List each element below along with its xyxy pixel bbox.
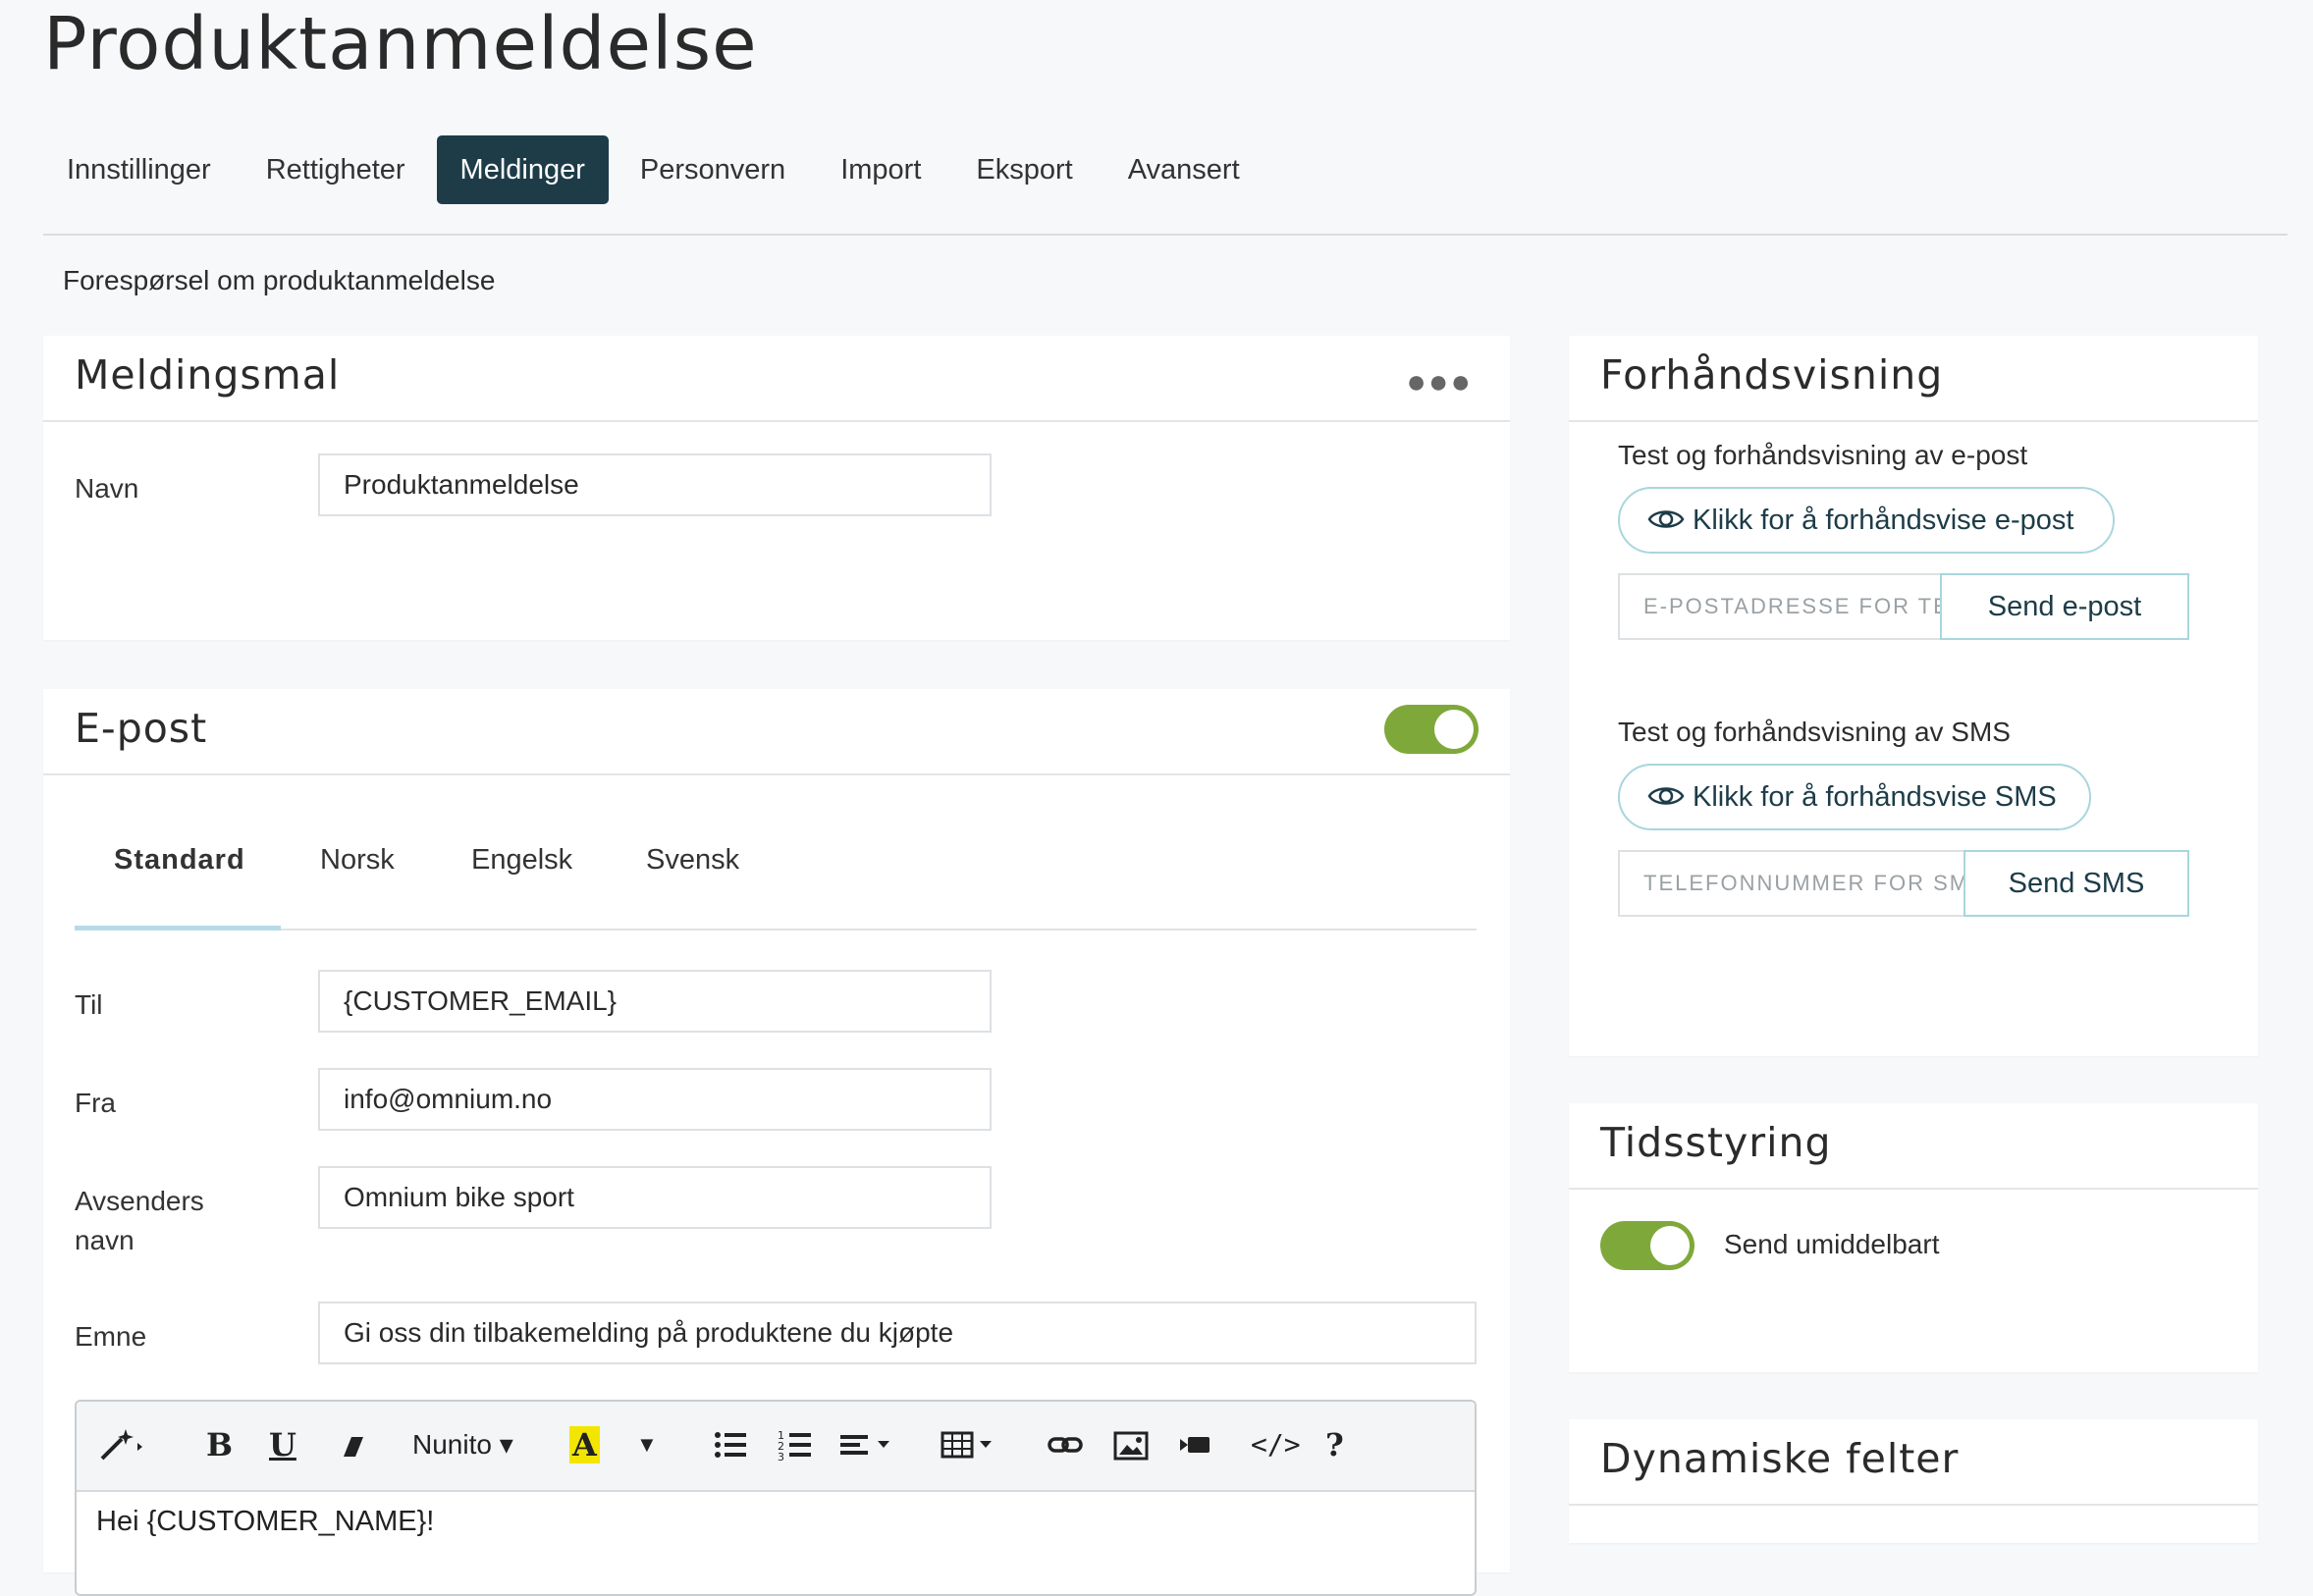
name-label: Navn: [75, 473, 139, 504]
preview-card-header: Forhåndsvisning: [1569, 336, 2258, 422]
schedule-card-header: Tidsstyring: [1569, 1103, 2258, 1190]
test-email-input[interactable]: E-POSTADRESSE FOR TE: [1618, 573, 1942, 640]
email-preview-label-text: Klikk for å forhåndsvise e-post: [1693, 505, 2074, 536]
send-now-label: Send umiddelbart: [1724, 1229, 1940, 1259]
sender-label-line2: navn: [75, 1225, 134, 1255]
schedule-card-title: Tidsstyring: [1600, 1119, 1832, 1166]
editor-body-text[interactable]: Hei {CUSTOMER_NAME}!: [96, 1506, 434, 1538]
tab-personvern[interactable]: Personvern: [617, 135, 809, 204]
sender-name-input[interactable]: Omnium bike sport: [318, 1166, 992, 1229]
main-tabs: Innstillinger Rettigheter Meldinger Pers…: [43, 135, 1271, 204]
sms-preview-label: Test og forhåndsvisning av SMS: [1618, 717, 2011, 747]
from-input[interactable]: info@omnium.no: [318, 1068, 992, 1131]
email-preview-button[interactable]: Klikk for å forhåndsvise e-post: [1618, 487, 2115, 554]
more-horizontal-icon[interactable]: ●●●: [1406, 363, 1473, 401]
template-card: Meldingsmal ●●● Navn Produktanmeldelse: [43, 336, 1510, 640]
numbered-list-icon[interactable]: 123: [778, 1423, 813, 1477]
sender-label-line1: Avsenders: [75, 1186, 204, 1216]
color-caret-icon[interactable]: ▼: [636, 1423, 658, 1466]
toggle-knob: [1434, 710, 1474, 749]
rich-text-editor: B U Nunito ▾ A ▼ 123 </> ? Hei {CUSTOMER…: [75, 1400, 1477, 1596]
tabs-divider: [43, 234, 2287, 236]
send-email-button[interactable]: Send e-post: [1940, 573, 2189, 640]
dynamic-fields-card-header: Dynamiske felter: [1569, 1419, 2258, 1506]
sms-preview-label-text: Klikk for å forhåndsvise SMS: [1693, 781, 2057, 813]
video-icon[interactable]: [1176, 1423, 1215, 1477]
tab-avansert[interactable]: Avansert: [1104, 135, 1264, 204]
test-phone-input[interactable]: TELEFONNUMMER FOR SM: [1618, 850, 1965, 917]
image-icon[interactable]: [1111, 1423, 1151, 1477]
bullet-list-icon[interactable]: [713, 1423, 748, 1477]
preview-card-title: Forhåndsvisning: [1600, 351, 1944, 399]
language-tabs: Standard Norsk Engelsk Svensk: [75, 809, 1477, 931]
tab-eksport[interactable]: Eksport: [952, 135, 1096, 204]
svg-text:3: 3: [778, 1451, 784, 1463]
tab-lang-svensk[interactable]: Svensk: [646, 844, 739, 877]
underline-icon[interactable]: U: [269, 1423, 296, 1466]
page-subtitle: Forespørsel om produktanmeldelse: [63, 265, 496, 295]
dynamic-fields-card-title: Dynamiske felter: [1600, 1435, 1960, 1482]
from-label: Fra: [75, 1088, 116, 1118]
tab-rettigheter[interactable]: Rettigheter: [242, 135, 429, 204]
tab-lang-engelsk[interactable]: Engelsk: [471, 844, 572, 877]
page-title: Produktanmeldelse: [43, 2, 758, 86]
magic-wand-icon[interactable]: [96, 1423, 151, 1477]
table-icon[interactable]: [941, 1423, 999, 1477]
eye-icon: [1647, 510, 1685, 528]
align-icon[interactable]: [840, 1423, 899, 1477]
subject-input[interactable]: Gi oss din tilbakemelding på produktene …: [318, 1302, 1477, 1364]
code-view-icon[interactable]: </>: [1251, 1423, 1301, 1466]
subject-label: Emne: [75, 1321, 147, 1352]
tab-import[interactable]: Import: [817, 135, 944, 204]
tab-innstillinger[interactable]: Innstillinger: [43, 135, 235, 204]
font-dropdown[interactable]: Nunito ▾: [412, 1423, 513, 1466]
active-tab-indicator: [75, 926, 281, 931]
eye-icon: [1647, 787, 1685, 805]
email-enabled-toggle[interactable]: [1384, 705, 1479, 754]
schedule-card: Tidsstyring Send umiddelbart: [1569, 1103, 2258, 1372]
template-card-title: Meldingsmal: [75, 351, 341, 399]
preview-card: Forhåndsvisning Test og forhåndsvisning …: [1569, 336, 2258, 1056]
tab-meldinger[interactable]: Meldinger: [436, 135, 609, 204]
name-input[interactable]: Produktanmeldelse: [318, 453, 992, 516]
font-name: Nunito: [412, 1429, 492, 1460]
link-icon[interactable]: [1047, 1423, 1086, 1477]
toggle-knob: [1650, 1226, 1690, 1265]
eraser-icon[interactable]: [338, 1423, 367, 1477]
tab-lang-standard[interactable]: Standard: [114, 844, 245, 877]
bold-icon[interactable]: B: [206, 1423, 233, 1466]
email-card-header: E-post: [43, 689, 1510, 775]
email-card-title: E-post: [75, 705, 208, 752]
to-input[interactable]: {CUSTOMER_EMAIL}: [318, 970, 992, 1033]
dynamic-fields-card: Dynamiske felter: [1569, 1419, 2258, 1543]
send-sms-button[interactable]: Send SMS: [1963, 850, 2189, 917]
email-preview-label: Test og forhåndsvisning av e-post: [1618, 440, 2028, 470]
sms-preview-button[interactable]: Klikk for å forhåndsvise SMS: [1618, 764, 2091, 830]
tab-lang-norsk[interactable]: Norsk: [320, 844, 395, 877]
sender-name-label: Avsenders navn: [75, 1182, 204, 1260]
text-color-icon[interactable]: A: [569, 1423, 600, 1466]
editor-toolbar: B U Nunito ▾ A ▼ 123 </> ?: [77, 1402, 1475, 1492]
help-icon[interactable]: ?: [1325, 1423, 1344, 1466]
send-now-toggle[interactable]: [1600, 1221, 1694, 1270]
template-card-header: Meldingsmal ●●●: [43, 336, 1510, 422]
to-label: Til: [75, 989, 103, 1020]
